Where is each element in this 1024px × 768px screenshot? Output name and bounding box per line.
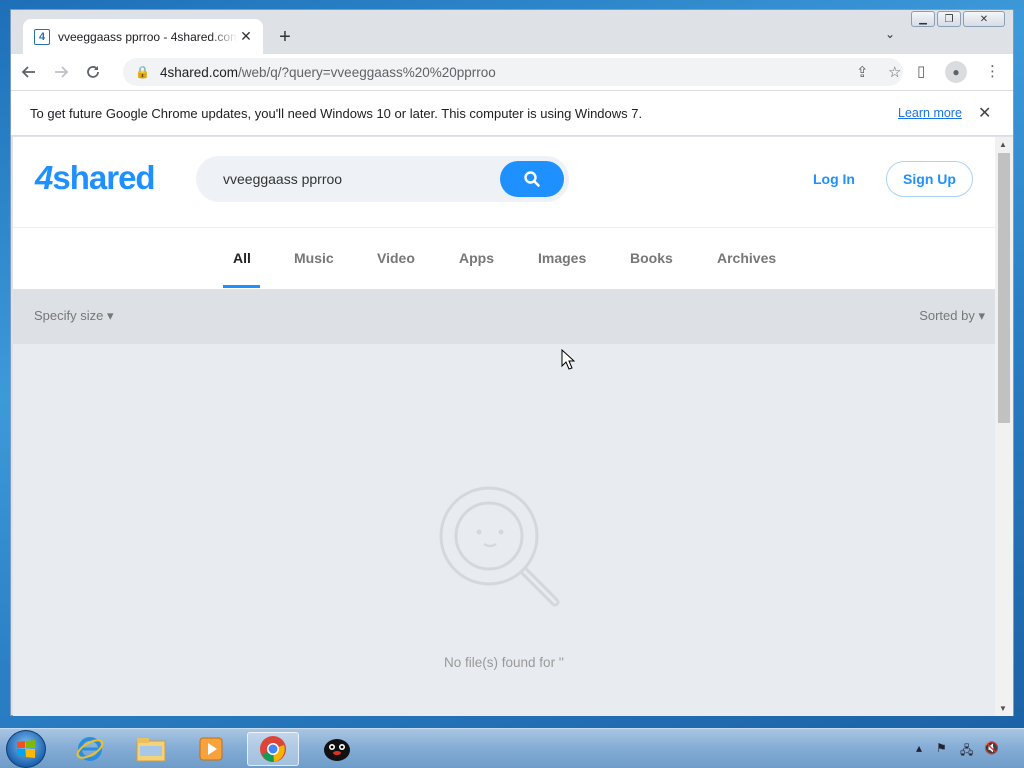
tab-archives[interactable]: Archives [717, 250, 776, 266]
results-area: No file(s) found for '' [13, 344, 995, 716]
side-panel-icon[interactable]: ▯ [917, 62, 925, 80]
scroll-thumb[interactable] [998, 153, 1010, 423]
favicon-icon: 4 [34, 28, 50, 45]
filter-bar: Specify size ▾ Sorted by ▾ [13, 289, 995, 344]
tab-music[interactable]: Music [294, 250, 334, 266]
show-hidden-icons-icon[interactable]: ▴ [916, 741, 922, 755]
signup-button[interactable]: Sign Up [886, 161, 973, 197]
tab-video[interactable]: Video [377, 250, 415, 266]
site-header: 4shared vveeggaass pprroo Log In Sign Up [13, 137, 995, 228]
volume-muted-icon[interactable]: 🔇 [984, 741, 999, 755]
search-icon [524, 171, 540, 187]
chrome-icon[interactable] [247, 732, 299, 766]
start-button[interactable] [6, 730, 46, 768]
learn-more-link[interactable]: Learn more [898, 106, 962, 120]
reload-button[interactable] [79, 58, 107, 86]
login-link[interactable]: Log In [813, 171, 855, 187]
search-input[interactable]: vveeggaass pprroo [196, 156, 569, 202]
url-path: /web/q/?query=vveeggaass%20%20pprroo [238, 64, 496, 80]
browser-toolbar: 🔒 4shared.com/web/q/?query=vveeggaass%20… [11, 54, 1013, 90]
caret-down-icon: ▾ [107, 308, 114, 323]
update-infobar: To get future Google Chrome updates, you… [11, 90, 1013, 136]
mouse-cursor-icon [561, 349, 575, 370]
windows-taskbar: ▴ ⚑ 🖧 🔇 [0, 728, 1024, 768]
url-host: 4shared.com [159, 64, 238, 80]
infobar-message: To get future Google Chrome updates, you… [30, 105, 643, 121]
no-results-message: No file(s) found for '' [444, 655, 564, 670]
new-tab-button[interactable]: + [273, 25, 297, 49]
infobar-close-icon[interactable]: ✕ [978, 103, 991, 123]
window-controls: ▁ ❐ ✕ [911, 11, 1005, 27]
search-query: vveeggaass pprroo [223, 171, 343, 187]
reload-icon [87, 66, 99, 78]
logo-number: 4 [35, 159, 53, 196]
close-window-button[interactable]: ✕ [963, 11, 1005, 27]
tab-title: vveeggaass pprroo - 4shared.com [58, 29, 237, 44]
share-icon[interactable]: ⇪ [856, 63, 869, 81]
network-icon[interactable]: 🖧 [960, 741, 973, 762]
tab-all[interactable]: All [233, 250, 251, 266]
page-scrollbar[interactable]: ▲ ▼ [995, 137, 1013, 716]
media-player-icon[interactable] [185, 732, 237, 766]
minimize-button[interactable]: ▁ [911, 11, 935, 27]
category-tabs: All Music Video Apps Images Books Archiv… [13, 228, 995, 289]
scroll-up-arrow-icon[interactable]: ▲ [999, 140, 1007, 149]
url-text: 4shared.com/web/q/?query=vveeggaass%20%2… [160, 65, 496, 80]
penguin-app-icon[interactable] [311, 732, 363, 766]
forward-arrow-icon [55, 66, 69, 78]
tab-books[interactable]: Books [630, 250, 673, 266]
lock-icon: 🔒 [135, 65, 150, 79]
page-viewport: 4shared vveeggaass pprroo Log In Sign Up… [13, 137, 995, 716]
sort-label: Sorted by [919, 308, 975, 323]
internet-explorer-icon[interactable] [64, 732, 116, 766]
bookmark-star-icon[interactable]: ☆ [888, 63, 901, 81]
profile-avatar-icon[interactable]: ● [945, 61, 967, 83]
search-button[interactable] [500, 161, 564, 197]
size-filter-dropdown[interactable]: Specify size ▾ [34, 308, 114, 324]
action-center-flag-icon[interactable]: ⚑ [936, 741, 947, 755]
size-filter-label: Specify size [34, 308, 104, 323]
windows-logo-icon [17, 740, 35, 758]
sort-dropdown[interactable]: Sorted by ▾ [919, 308, 985, 324]
address-bar[interactable]: 🔒 4shared.com/web/q/?query=vveeggaass%20… [123, 58, 903, 86]
menu-kebab-icon[interactable]: ⋮ [985, 62, 1000, 80]
active-tab-indicator [223, 285, 260, 288]
maximize-button[interactable]: ❐ [937, 11, 961, 27]
caret-down-icon: ▾ [978, 308, 985, 323]
scroll-down-arrow-icon[interactable]: ▼ [999, 704, 1007, 713]
forward-button[interactable] [47, 58, 75, 86]
4shared-logo[interactable]: 4shared [35, 159, 156, 197]
back-arrow-icon [21, 66, 35, 78]
empty-magnifier-icon [439, 486, 560, 607]
tab-close-icon[interactable]: ✕ [237, 28, 255, 46]
tab-strip: 4 vveeggaass pprroo - 4shared.com ✕ + ⌄ … [11, 10, 1013, 54]
back-button[interactable] [15, 58, 43, 86]
logo-text: shared [52, 159, 155, 196]
browser-tab[interactable]: 4 vveeggaass pprroo - 4shared.com ✕ [23, 19, 263, 54]
chrome-window: 4 vveeggaass pprroo - 4shared.com ✕ + ⌄ … [10, 9, 1014, 716]
tab-apps[interactable]: Apps [459, 250, 494, 266]
tab-search-icon[interactable]: ⌄ [885, 27, 895, 41]
tab-images[interactable]: Images [538, 250, 586, 266]
file-explorer-icon[interactable] [125, 732, 177, 766]
